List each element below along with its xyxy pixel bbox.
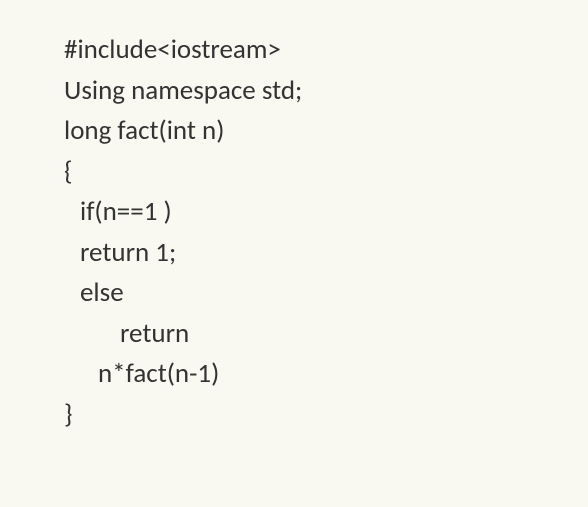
code-block: #include<iostream> Using namespace std; … [0, 0, 588, 435]
code-line-7: else [64, 273, 588, 314]
code-line-2: Using namespace std; [64, 71, 588, 112]
code-line-6: return 1; [64, 233, 588, 274]
code-line-5: if(n==1 ) [64, 192, 588, 233]
code-line-9: n*fact(n-1) [64, 354, 588, 395]
code-line-8: return [64, 314, 588, 355]
code-line-10: } [64, 395, 588, 436]
code-line-1: #include<iostream> [64, 30, 588, 71]
code-line-4: { [64, 152, 588, 193]
code-line-3: long fact(int n) [64, 111, 588, 152]
